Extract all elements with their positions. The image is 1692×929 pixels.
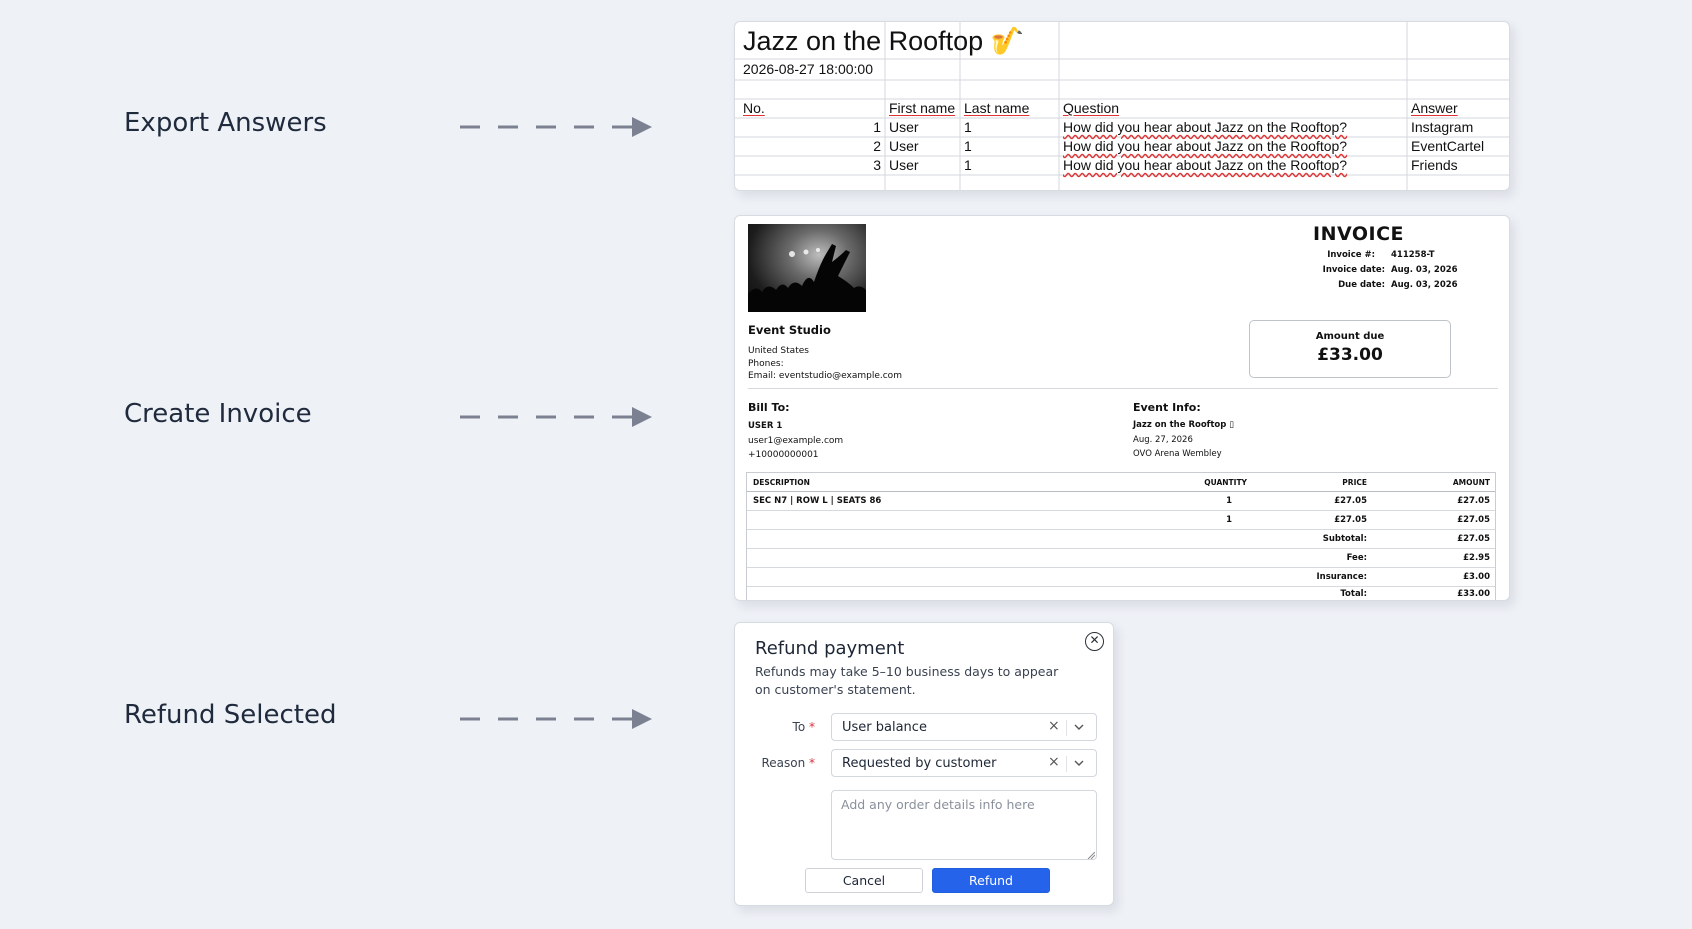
dashed-arrow-icon — [460, 709, 652, 729]
header-question: Question — [1063, 100, 1120, 116]
due-date-label: Due date: — [1338, 280, 1385, 290]
invoice-number: 411258-T — [1391, 250, 1435, 260]
invoice-document: INVOICE Invoice #: 411258-T Invoice date… — [734, 215, 1510, 601]
header-answer: Answer — [1411, 100, 1458, 116]
header-no: No. — [743, 100, 765, 116]
amount-due-label: Amount due — [1315, 331, 1385, 342]
col-amount: AMOUNT — [1452, 478, 1490, 487]
dialog-description: Refunds may take 5–10 business days to a… — [755, 664, 1059, 697]
bill-to-email: user1@example.com — [748, 436, 844, 446]
refund-button[interactable]: Refund — [932, 868, 1050, 893]
reason-select[interactable]: Requested by customer × — [831, 749, 1097, 777]
invoice-divider — [748, 388, 1498, 389]
event-info-label: Event Info: — [1133, 401, 1201, 414]
clear-icon[interactable]: × — [1048, 718, 1060, 734]
invoice-number-label: Invoice #: — [1327, 250, 1375, 260]
to-select-value: User balance — [842, 720, 927, 735]
bill-to-phone: +10000000001 — [748, 450, 819, 460]
invoice-date: Aug. 03, 2026 — [1391, 265, 1458, 275]
refund-dialog: Refund payment ✕ Refunds may take 5–10 b… — [734, 622, 1114, 906]
reason-label: Reason * — [761, 756, 815, 770]
header-first-name: First name — [889, 100, 956, 116]
chevron-down-icon[interactable] — [1074, 722, 1084, 732]
col-price: PRICE — [1342, 478, 1367, 487]
invoice-date-label: Invoice date: — [1322, 265, 1385, 275]
seller-phones: Phones: — [748, 359, 784, 369]
due-date: Aug. 03, 2026 — [1391, 280, 1458, 290]
invoice-items-table: DESCRIPTION QUANTITY PRICE AMOUNT SEC N7… — [746, 472, 1496, 600]
reason-select-value: Requested by customer — [842, 756, 997, 771]
dashed-arrow-icon — [460, 117, 652, 137]
concert-photo — [748, 224, 866, 312]
to-select[interactable]: User balance × — [831, 713, 1097, 741]
to-label: To * — [792, 720, 815, 734]
chevron-down-icon[interactable] — [1074, 758, 1084, 768]
event-info-name: Jazz on the Rooftop ▯ — [1133, 420, 1234, 430]
dialog-title: Refund payment — [755, 638, 905, 659]
invoice-heading: INVOICE — [1313, 223, 1404, 245]
seller-country: United States — [748, 346, 809, 356]
step-label-refund: Refund Selected — [124, 700, 337, 730]
step-label-export: Export Answers — [124, 108, 327, 138]
event-info-venue: OVO Arena Wembley — [1133, 449, 1222, 459]
answers-spreadsheet: Jazz on the Rooftop 🎷 2026-08-27 18:00:0… — [734, 21, 1510, 191]
event-info-date: Aug. 27, 2026 — [1133, 435, 1193, 445]
amount-due-value: £33.00 — [1317, 345, 1383, 365]
clear-icon[interactable]: × — [1048, 754, 1060, 770]
bill-to-name: USER 1 — [748, 421, 783, 431]
dashed-arrow-icon — [460, 407, 652, 427]
sheet-datetime: 2026-08-27 18:00:00 — [743, 61, 873, 77]
amount-due-box: Amount due £33.00 — [1249, 320, 1451, 378]
required-icon: * — [809, 720, 815, 734]
seller-email: Email: eventstudio@example.com — [748, 371, 902, 381]
close-icon[interactable]: ✕ — [1085, 632, 1104, 651]
required-icon: * — [809, 756, 815, 770]
step-label-invoice: Create Invoice — [124, 399, 312, 429]
order-details-textarea[interactable] — [831, 790, 1097, 860]
cancel-button[interactable]: Cancel — [805, 868, 923, 893]
resize-handle-icon[interactable] — [1087, 851, 1095, 859]
bill-to-label: Bill To: — [748, 401, 790, 414]
col-quantity: QUANTITY — [1204, 478, 1247, 487]
header-last-name: Last name — [964, 100, 1030, 116]
col-description: DESCRIPTION — [753, 478, 810, 487]
sheet-title: Jazz on the Rooftop 🎷 — [743, 26, 1025, 56]
seller-name: Event Studio — [748, 323, 831, 337]
